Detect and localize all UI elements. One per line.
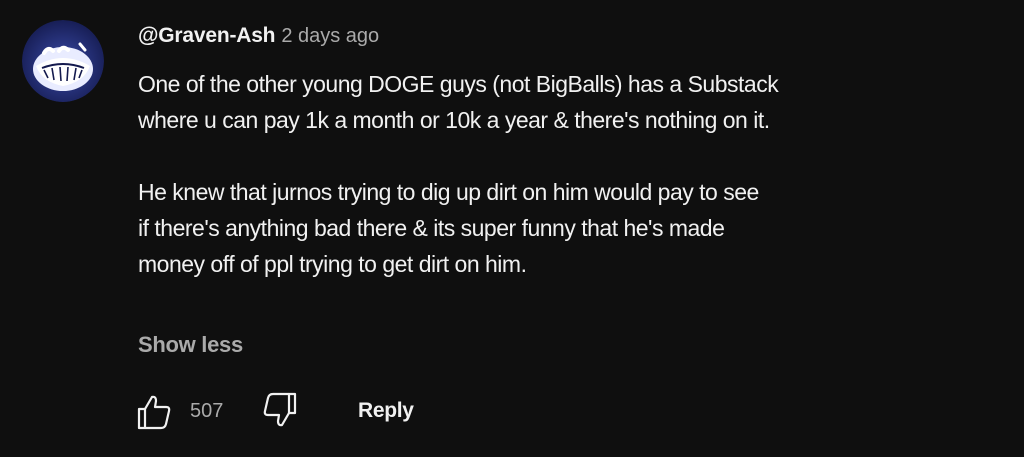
comment-line: money off of ppl trying to get dirt on h… [138,251,527,277]
thumbs-down-icon [263,392,297,427]
reply-button[interactable]: Reply [358,397,414,425]
comment-line: One of the other young DOGE guys (not Bi… [138,71,779,97]
dislike-button[interactable] [260,390,300,430]
comment-line: where u can pay 1k a month or 10k a year… [138,107,770,133]
author-avatar[interactable] [22,20,104,102]
comment-text: One of the other young DOGE guys (not Bi… [138,66,1018,282]
like-count: 507 [190,400,224,422]
thumbs-up-icon [137,395,171,430]
comment-line: He knew that jurnos trying to dig up dir… [138,179,759,205]
comment-action-bar: 507 Reply [132,388,452,434]
comment-timestamp[interactable]: 2 days ago [281,25,379,47]
comment-header: @Graven-Ash 2 days ago [138,22,379,52]
like-button[interactable] [134,392,174,432]
author-name[interactable]: @Graven-Ash [138,24,276,47]
comment-line: if there's anything bad there & its supe… [138,215,725,241]
grinning-ghost-icon [22,20,104,102]
show-less-button[interactable]: Show less [138,327,243,363]
comment-thread: @Graven-Ash 2 days ago One of the other y… [0,0,1024,457]
